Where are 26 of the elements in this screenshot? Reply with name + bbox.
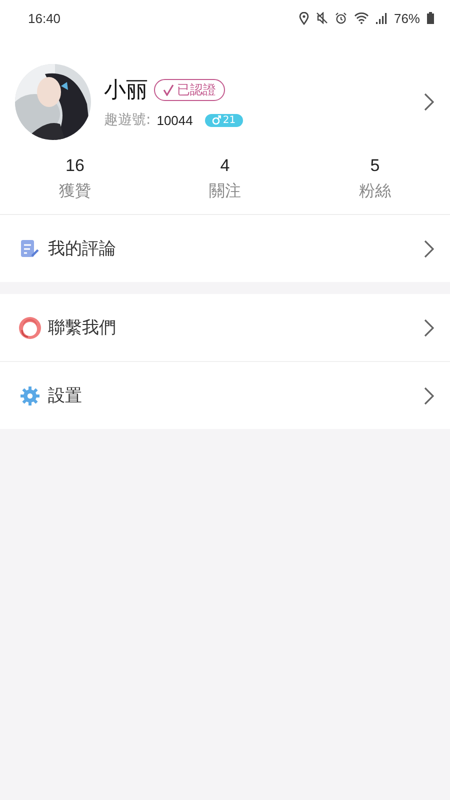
chevron-right-icon bbox=[424, 93, 434, 111]
stat-value: 16 bbox=[66, 156, 84, 176]
alarm-icon bbox=[334, 12, 347, 24]
stat-value: 5 bbox=[370, 156, 380, 176]
check-icon bbox=[163, 84, 174, 96]
user-name: 小丽 bbox=[104, 77, 148, 105]
stat-label[interactable]: 關注 bbox=[209, 181, 241, 202]
stat-label[interactable]: 獲贊 bbox=[59, 181, 91, 202]
verified-badge: 已認證 bbox=[154, 79, 225, 101]
battery-icon bbox=[427, 12, 434, 24]
signal-icon bbox=[376, 12, 387, 24]
chevron-right-icon bbox=[424, 318, 434, 336]
wifi-icon bbox=[354, 12, 369, 24]
id-label: 趣遊號: bbox=[104, 111, 151, 129]
stat-value: 4 bbox=[220, 156, 230, 176]
age-badge: 21 bbox=[204, 114, 243, 126]
location-icon bbox=[298, 12, 309, 24]
document-edit-icon bbox=[20, 238, 40, 258]
battery-percent: 76% bbox=[394, 10, 420, 26]
status-time: 16:40 bbox=[28, 10, 61, 26]
mute-icon bbox=[316, 12, 328, 24]
id-value: 10044 bbox=[156, 112, 193, 128]
male-icon bbox=[212, 115, 221, 125]
stat-label[interactable]: 粉絲 bbox=[359, 181, 391, 202]
chevron-right-icon bbox=[424, 240, 434, 258]
chevron-right-icon bbox=[424, 386, 434, 404]
